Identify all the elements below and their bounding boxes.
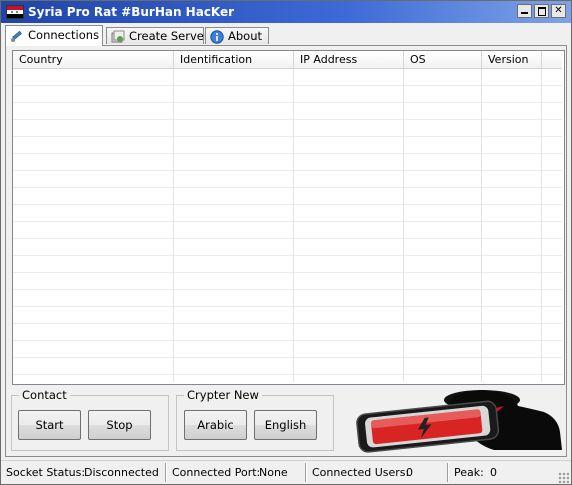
window-title: Syria Pro Rat #BurHan HacKer — [28, 5, 235, 19]
syria-flag-icon — [6, 5, 24, 19]
column-header-identification[interactable]: Identification — [174, 51, 294, 68]
start-button[interactable]: Start — [18, 410, 81, 440]
satellite-icon — [11, 30, 22, 42]
column-header-country[interactable]: Country — [13, 51, 174, 68]
tab-create-server-label: Create Server — [129, 29, 209, 43]
maximize-button[interactable] — [534, 4, 549, 18]
minimize-button[interactable] — [517, 4, 532, 18]
resize-grip[interactable] — [558, 472, 569, 483]
list-body — [13, 69, 562, 382]
connections-panel: Country Identification IP Address OS Ver… — [5, 45, 567, 457]
socket-status-label: Socket Status: — [6, 466, 86, 479]
column-divider — [403, 69, 404, 382]
connections-list[interactable]: Country Identification IP Address OS Ver… — [12, 50, 565, 385]
peak-value: 0 — [490, 466, 497, 479]
tab-about[interactable]: About — [205, 27, 269, 44]
close-button[interactable]: ✕ — [551, 4, 566, 18]
connected-users-value: 0 — [406, 466, 413, 479]
connected-port-value: None — [259, 466, 288, 479]
column-divider — [481, 69, 482, 382]
column-divider — [173, 69, 174, 382]
column-header-version[interactable]: Version — [482, 51, 542, 68]
column-header-os[interactable]: OS — [404, 51, 482, 68]
column-divider — [541, 69, 542, 382]
crypter-group-title: Crypter New — [184, 388, 262, 402]
socket-status-value: Disconnected — [84, 466, 159, 479]
info-icon — [210, 30, 224, 44]
app-window: Syria Pro Rat #BurHan HacKer ✕ Connectio… — [0, 0, 572, 485]
connected-users-label: Connected Users: — [312, 466, 410, 479]
status-separator — [447, 463, 449, 482]
status-separator — [165, 463, 167, 482]
tab-create-server[interactable]: Create Server — [106, 27, 209, 44]
list-header: Country Identification IP Address OS Ver… — [13, 51, 562, 69]
tab-connections-label: Connections — [28, 28, 100, 42]
column-divider — [293, 69, 294, 382]
status-bar: Socket Status: Disconnected Connected Po… — [1, 460, 571, 484]
stop-button[interactable]: Stop — [88, 410, 151, 440]
tab-about-label: About — [228, 29, 263, 43]
peak-label: Peak: — [454, 466, 484, 479]
contact-group-title: Contact — [19, 388, 70, 402]
hacker-phone-logo — [356, 390, 562, 453]
status-separator — [305, 463, 307, 482]
connected-port-label: Connected Port: — [172, 466, 261, 479]
arabic-button[interactable]: Arabic — [184, 410, 247, 440]
column-header-ip-address[interactable]: IP Address — [294, 51, 404, 68]
server-box-icon — [111, 30, 125, 43]
contact-groupbox: Contact Start Stop — [11, 388, 169, 451]
tab-connections[interactable]: Connections — [5, 25, 103, 46]
english-button[interactable]: English — [254, 410, 317, 440]
crypter-groupbox: Crypter New Arabic English — [176, 388, 334, 451]
title-bar[interactable]: Syria Pro Rat #BurHan HacKer ✕ — [1, 1, 571, 23]
